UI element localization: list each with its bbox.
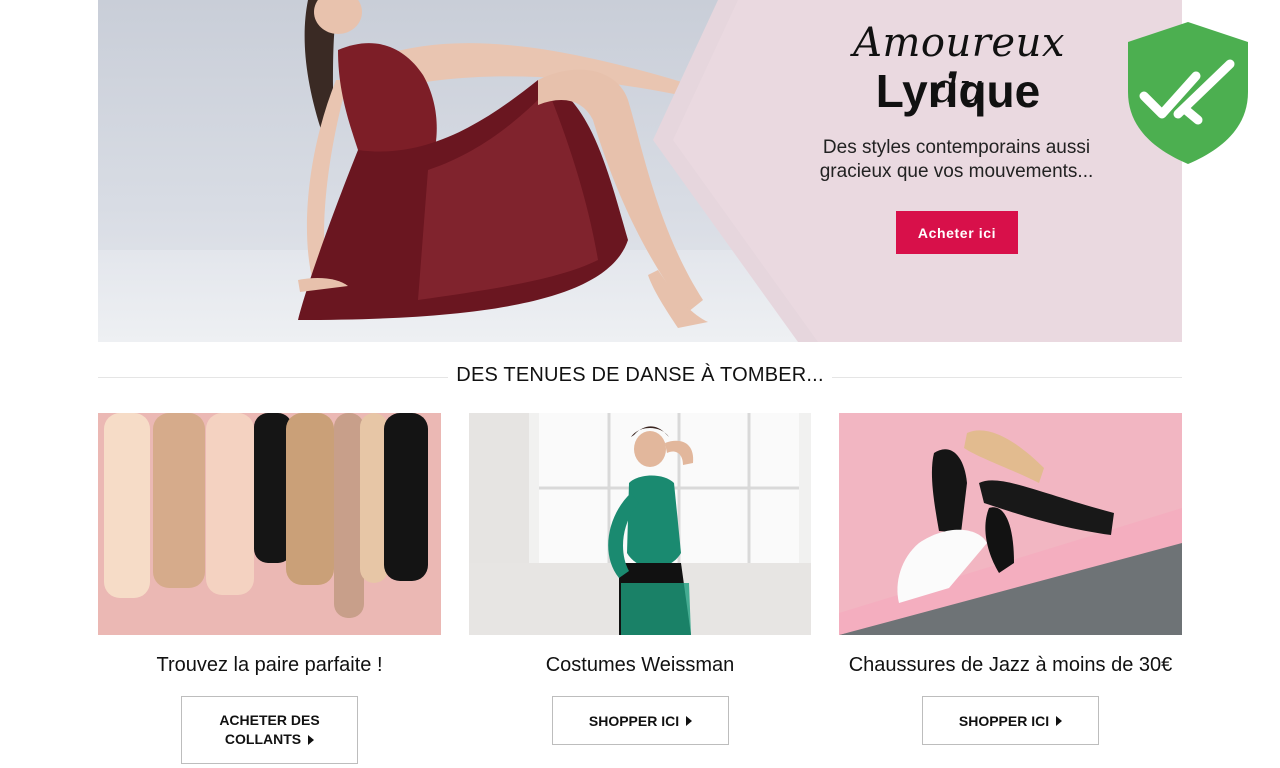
section-title: DES TENUES DE DANSE À TOMBER...	[456, 364, 824, 386]
caret-right-icon	[308, 735, 315, 746]
hero-subtitle: Des styles contemporains aussi gracieux …	[798, 136, 1115, 184]
buy-tights-button-line-2: COLLANTS	[224, 731, 302, 747]
buy-tights-button-line-1: ACHETER DES	[219, 712, 320, 728]
card-caption-costumes: Costumes Weissman	[545, 654, 735, 676]
tights-image[interactable]	[98, 413, 441, 635]
shop-costumes-button-label: SHOPPER ICI	[588, 712, 680, 729]
hero-cta-button[interactable]: Acheter ici	[896, 211, 1018, 254]
card-caption-jazz-shoes: Chaussures de Jazz à moins de 30€	[848, 654, 1173, 676]
buy-tights-button-line-2-wrap: COLLANTS	[224, 730, 315, 749]
hero-subtitle-line-2: gracieux que vos mouvements...	[819, 161, 1094, 182]
shield-check-icon	[1128, 22, 1248, 164]
buy-tights-button[interactable]: ACHETER DES COLLANTS	[181, 696, 358, 764]
section-divider-left	[98, 377, 448, 378]
jazz-shoes-image[interactable]	[839, 413, 1182, 635]
section-divider-right	[832, 377, 1182, 378]
shop-jazz-shoes-button[interactable]: SHOPPER ICI	[922, 696, 1099, 745]
card-caption-tights: Trouvez la paire parfaite !	[156, 654, 383, 676]
dancer-image	[298, 0, 726, 328]
hero-subtitle-line-1: Des styles contemporains aussi	[822, 137, 1091, 158]
caret-right-icon	[1056, 715, 1063, 726]
shop-costumes-button[interactable]: SHOPPER ICI	[552, 696, 729, 745]
costume-image[interactable]	[469, 413, 811, 635]
hero-banner[interactable]: Amoureux du Lyrique Des styles contempor…	[98, 0, 1182, 342]
hero-title: Lyrique	[875, 65, 1041, 117]
caret-right-icon	[686, 715, 693, 726]
shop-jazz-shoes-button-label: SHOPPER ICI	[958, 712, 1050, 729]
